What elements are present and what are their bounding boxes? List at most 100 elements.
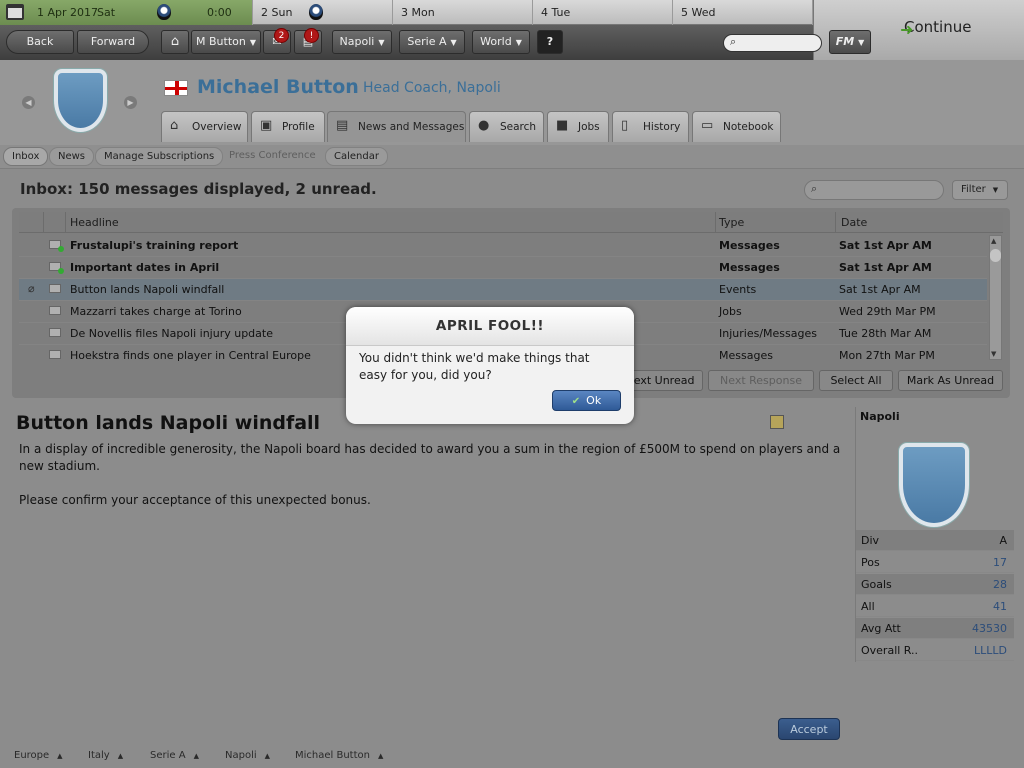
messages-button[interactable]: ✉ 2 [263, 28, 291, 54]
today-time: 0:00 [207, 6, 232, 19]
accept-button[interactable]: Accept [778, 718, 840, 740]
toolbar-search-input[interactable]: ⌕ [723, 34, 822, 52]
person-name[interactable]: Michael Button [197, 76, 359, 98]
table-row[interactable]: Frustalupi's training report Messages Sa… [19, 235, 987, 257]
row-date: Sat 1st Apr AM [839, 239, 932, 252]
club-stat-row: Pos 17 [856, 552, 1014, 573]
envelope-icon [49, 284, 61, 293]
subtab-press-conference[interactable]: Press Conference [221, 147, 324, 166]
person-role: Head Coach, Napoli [363, 80, 501, 96]
filter-button[interactable]: Filter ▼ [952, 180, 1008, 200]
tab-notebook[interactable]: ▭ Notebook [692, 111, 781, 142]
breadcrumb-item-serie-a[interactable]: Serie A ▲ [150, 750, 199, 761]
chevron-down-icon: ▼ [450, 38, 457, 47]
column-header-headline[interactable]: Headline [70, 216, 119, 229]
calendar-day-5[interactable]: 5 Wed ◂ ● ▸ [673, 0, 836, 67]
column-header-type[interactable]: Type [719, 216, 744, 229]
add-note-icon[interactable] [770, 415, 784, 429]
breadcrumb-item-napoli[interactable]: Napoli ▲ [225, 750, 270, 761]
subtab-manage-subscriptions[interactable]: Manage Subscriptions [95, 147, 224, 166]
tab-history[interactable]: ▯ History [612, 111, 689, 142]
breadcrumb-label: Italy [88, 750, 110, 761]
help-button[interactable]: ? [537, 30, 563, 54]
chevron-up-icon: ▲ [193, 752, 199, 760]
select-all-button[interactable]: Select All [819, 370, 893, 391]
tab-label: History [643, 121, 681, 133]
back-button[interactable]: Back [6, 30, 74, 54]
scroll-up-icon[interactable]: ▲ [991, 237, 996, 245]
manager-label: M Button [196, 35, 246, 48]
subtab-inbox[interactable]: Inbox [3, 147, 49, 166]
alerts-badge: ! [304, 28, 319, 43]
home-button[interactable]: ⌂ [161, 30, 189, 54]
chevron-up-icon: ▲ [117, 752, 124, 760]
row-date: Sat 1st Apr AM [839, 283, 921, 296]
chevron-down-icon: ▼ [378, 38, 385, 47]
document-icon: ▯ [621, 118, 629, 133]
envelope-icon [49, 306, 61, 315]
search-icon: ⌕ [811, 182, 818, 195]
breadcrumb-item-europe[interactable]: Europe ▲ [14, 750, 63, 761]
tab-label: Overview [192, 121, 242, 133]
calendar-day-label: 2 Sun [261, 6, 293, 19]
subtab-news[interactable]: News [49, 147, 95, 166]
calendar-day-4[interactable]: 4 Tue [533, 0, 673, 25]
league-menu-button[interactable]: Serie A ▼ [399, 30, 465, 54]
continue-label: Continue [904, 18, 972, 36]
row-headline: De Novellis files Napoli injury update [70, 327, 273, 340]
april-fool-dialog: APRIL FOOL!! You didn't think we'd make … [346, 307, 634, 424]
stat-value: 43530 [972, 622, 1007, 635]
scroll-thumb[interactable] [990, 249, 1001, 262]
scroll-down-icon[interactable]: ▼ [991, 350, 996, 358]
stat-value: 41 [993, 600, 1007, 613]
inbox-search-input[interactable]: ⌕ [804, 180, 944, 200]
breadcrumb-label: Serie A [150, 750, 186, 761]
mark-as-unread-button[interactable]: Mark As Unread [898, 370, 1003, 391]
match-ball-icon [157, 4, 171, 20]
previous-arrow-icon[interactable]: ◀ [22, 96, 35, 109]
forward-label: Forward [90, 35, 136, 48]
table-row[interactable]: Important dates in April Messages Sat 1s… [19, 257, 987, 279]
notebook-icon: ▭ [701, 118, 714, 133]
calendar-day-2[interactable]: 2 Sun [253, 0, 393, 25]
world-menu-button[interactable]: World ▼ [472, 30, 530, 54]
chevron-down-icon: ▼ [515, 38, 522, 47]
envelope-icon [49, 262, 64, 274]
club-name[interactable]: Napoli [860, 410, 900, 423]
calendar-day-3[interactable]: 3 Mon [393, 0, 533, 25]
tab-search[interactable]: ● Search [469, 111, 544, 142]
tab-profile[interactable]: ▣ Profile [251, 111, 325, 142]
ok-button[interactable]: ✔ Ok [552, 390, 621, 411]
breadcrumb-label: Europe [14, 750, 50, 761]
alerts-button[interactable]: ▤ ! [294, 28, 322, 54]
calendar-today[interactable]: 1 Apr 2017 Sat 0:00 [0, 0, 253, 25]
forward-button[interactable]: Forward [77, 30, 149, 54]
help-icon: ? [546, 35, 554, 48]
subtab-calendar[interactable]: Calendar [325, 147, 388, 166]
row-headline: Important dates in April [70, 261, 220, 274]
tab-news-and-messages[interactable]: ▤ News and Messages [327, 111, 466, 142]
column-divider [43, 212, 44, 233]
row-date: Sat 1st Apr AM [839, 261, 932, 274]
stat-value: 28 [993, 578, 1007, 591]
calendar-day-label: 3 Mon [401, 6, 435, 19]
breadcrumb-item-manager[interactable]: Michael Button ▲ [295, 750, 383, 761]
tab-overview[interactable]: ⌂ Overview [161, 111, 248, 142]
calendar-icon[interactable] [6, 4, 24, 20]
messages-badge: 2 [274, 28, 289, 43]
next-arrow-icon[interactable]: ▶ [124, 96, 137, 109]
continue-arrow-icon: ➜ [900, 20, 914, 39]
next-response-button[interactable]: Next Response [708, 370, 814, 391]
manager-menu-button[interactable]: M Button ▼ [191, 30, 261, 54]
fm-menu-button[interactable]: FM ▼ [829, 30, 871, 54]
scout-icon: ● [478, 118, 490, 133]
column-header-date[interactable]: Date [841, 216, 867, 229]
inbox-scrollbar[interactable]: ▲ ▼ [989, 235, 1002, 360]
id-card-icon: ▣ [260, 118, 273, 133]
club-stat-row: Overall R.. LLLLD [856, 640, 1014, 661]
tab-jobs[interactable]: ■ Jobs [547, 111, 609, 142]
table-row[interactable]: ⌀ Button lands Napoli windfall Events Sa… [19, 279, 987, 301]
breadcrumb-item-italy[interactable]: Italy ▲ [88, 750, 123, 761]
stat-label: Overall R.. [861, 644, 919, 657]
club-menu-button[interactable]: Napoli ▼ [332, 30, 392, 54]
